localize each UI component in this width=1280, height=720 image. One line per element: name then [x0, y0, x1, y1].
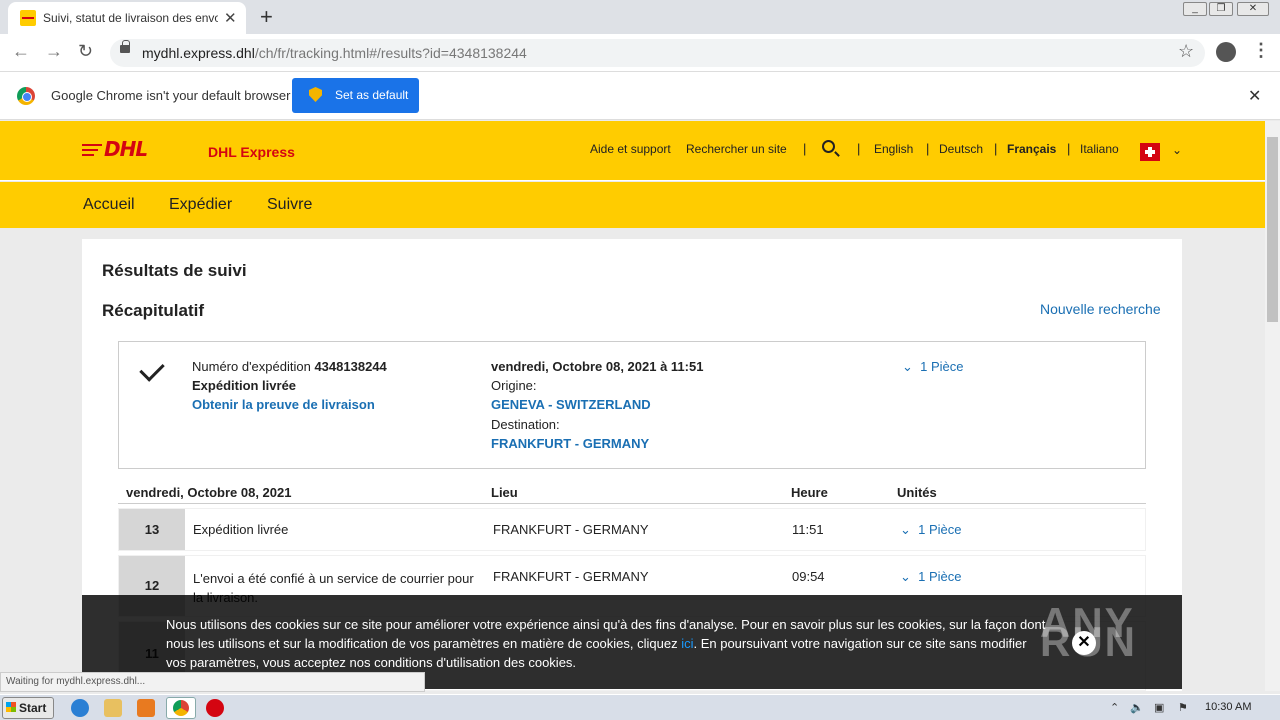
- shipment-number-line: Numéro d'expédition 4348138244: [192, 359, 387, 374]
- summary-heading: Récapitulatif: [102, 301, 205, 320]
- scrollbar-thumb[interactable]: [1267, 137, 1278, 322]
- separator: |: [994, 141, 998, 156]
- media-player-icon[interactable]: [137, 699, 155, 717]
- dhl-favicon-icon: [20, 10, 36, 26]
- help-support-link[interactable]: Aide et support: [590, 142, 671, 156]
- dhl-logo[interactable]: DHL: [82, 139, 192, 159]
- tray-expand-icon[interactable]: ⌃: [1110, 701, 1119, 714]
- address-bar[interactable]: mydhl.express.dhl/ch/fr/tracking.html#/r…: [110, 39, 1205, 67]
- lang-francais[interactable]: Français: [1007, 142, 1056, 156]
- restore-window-button[interactable]: ❐: [1209, 2, 1233, 16]
- event-time: 09:54: [792, 569, 825, 584]
- separator: |: [926, 141, 930, 156]
- windows-logo-icon: [6, 702, 16, 712]
- new-tab-button[interactable]: +: [260, 4, 273, 30]
- url-text[interactable]: mydhl.express.dhl/ch/fr/tracking.html#/r…: [142, 45, 527, 61]
- status-bubble: Waiting for mydhl.express.dhl...: [0, 672, 425, 692]
- separator: |: [1067, 141, 1071, 156]
- cookie-message: Nous utilisons des cookies sur ce site p…: [166, 617, 1046, 670]
- event-number: 13: [119, 509, 185, 550]
- destination-value: FRANKFURT - GERMANY: [491, 436, 650, 451]
- security-app-icon[interactable]: [206, 699, 224, 717]
- nav-expedier[interactable]: Expédier: [169, 196, 232, 214]
- chrome-logo-icon: [17, 87, 35, 105]
- events-date-header: vendredi, Octobre 08, 2021: [126, 485, 292, 500]
- infobar-close-icon[interactable]: ✕: [1248, 86, 1261, 106]
- swiss-flag-icon[interactable]: [1140, 143, 1160, 161]
- chrome-taskbar-button[interactable]: [166, 697, 196, 719]
- event-pieces-toggle[interactable]: ⌄ 1 Pièce: [900, 569, 962, 585]
- origin-value: GENEVA - SWITZERLAND: [491, 397, 651, 412]
- close-window-button[interactable]: ✕: [1237, 2, 1269, 16]
- event-location: FRANKFURT - GERMANY: [493, 522, 649, 537]
- lang-deutsch[interactable]: Deutsch: [939, 142, 983, 156]
- event-location: FRANKFURT - GERMANY: [493, 569, 649, 584]
- set-as-default-label: Set as default: [335, 88, 409, 102]
- network-icon[interactable]: ▣: [1154, 701, 1164, 714]
- reload-icon[interactable]: ↻: [78, 41, 93, 62]
- proof-of-delivery-link[interactable]: Obtenir la preuve de livraison: [192, 397, 375, 412]
- browser-tab[interactable]: Suivi, statut de livraison des envois D …: [8, 2, 246, 34]
- main-nav: Accueil Expédier Suivre: [0, 182, 1265, 228]
- new-search-link[interactable]: Nouvelle recherche: [1040, 301, 1161, 317]
- profile-avatar-icon[interactable]: [1216, 42, 1236, 62]
- anyrun-watermark: ANY RUN: [1040, 599, 1135, 663]
- lang-english[interactable]: English: [874, 142, 913, 156]
- tab-title: Suivi, statut de livraison des envois D: [43, 11, 218, 25]
- windows-taskbar: Start ⌃ 🔈 ▣ ⚑ 10:30 AM: [0, 694, 1280, 720]
- separator: |: [857, 141, 861, 156]
- chevron-down-icon[interactable]: ⌄: [1172, 143, 1182, 157]
- event-time: 11:51: [792, 522, 824, 537]
- event-pieces-toggle[interactable]: ⌄ 1 Pièce: [900, 522, 962, 538]
- internet-explorer-icon[interactable]: [71, 699, 89, 717]
- action-center-flag-icon[interactable]: ⚑: [1178, 701, 1188, 714]
- infobar-message: Google Chrome isn't your default browser: [51, 88, 291, 103]
- start-button[interactable]: Start: [2, 697, 54, 719]
- set-as-default-button[interactable]: Set as default: [292, 78, 419, 113]
- taskbar-clock[interactable]: 10:30 AM: [1205, 701, 1251, 713]
- chevron-down-icon: ⌄: [900, 569, 911, 584]
- col-units-header: Unités: [897, 485, 937, 500]
- volume-icon[interactable]: 🔈: [1130, 701, 1144, 714]
- origin-label: Origine:: [491, 378, 537, 393]
- destination-label: Destination:: [491, 417, 560, 432]
- pieces-toggle[interactable]: ⌄ 1 Pièce: [902, 359, 964, 375]
- forward-arrow-icon[interactable]: →: [45, 41, 63, 62]
- tab-bar: Suivi, statut de livraison des envois D …: [0, 0, 1280, 34]
- lock-icon: [120, 40, 130, 53]
- find-site-link[interactable]: Rechercher un site: [686, 142, 787, 156]
- table-row: 13 Expédition livrée FRANKFURT - GERMANY…: [118, 508, 1146, 551]
- event-description: Expédition livrée: [193, 522, 289, 537]
- back-arrow-icon[interactable]: ←: [12, 41, 30, 62]
- brand-name: DHL Express: [208, 144, 295, 160]
- chevron-down-icon: ⌄: [900, 522, 911, 537]
- default-browser-infobar: Google Chrome isn't your default browser…: [0, 72, 1280, 120]
- nav-accueil[interactable]: Accueil: [83, 196, 135, 214]
- cookie-settings-link[interactable]: ici: [681, 636, 693, 651]
- minimize-window-button[interactable]: _: [1183, 2, 1207, 16]
- col-time-header: Heure: [791, 485, 828, 500]
- bookmark-star-icon[interactable]: ☆: [1178, 41, 1194, 62]
- page-scrollbar[interactable]: [1265, 121, 1280, 691]
- shipment-summary: Numéro d'expédition 4348138244 Expéditio…: [118, 341, 1146, 469]
- browser-toolbar: ← → ↻ mydhl.express.dhl/ch/fr/tracking.h…: [0, 34, 1280, 72]
- delivery-datetime: vendredi, Octobre 08, 2021 à 11:51: [491, 359, 704, 374]
- shield-icon: [309, 87, 322, 102]
- dhl-header: DHL DHL Express Aide et support Recherch…: [0, 121, 1265, 181]
- nav-suivre[interactable]: Suivre: [267, 196, 312, 214]
- browser-menu-icon[interactable]: ⋮: [1252, 40, 1270, 61]
- file-explorer-icon[interactable]: [104, 699, 122, 717]
- cookie-close-button[interactable]: ✕: [1072, 631, 1096, 655]
- page-title: Résultats de suivi: [102, 261, 247, 280]
- search-icon[interactable]: [822, 140, 835, 153]
- col-location-header: Lieu: [491, 485, 518, 500]
- checkmark-icon: [139, 356, 165, 382]
- chevron-down-icon: ⌄: [902, 359, 913, 374]
- tab-close-icon[interactable]: ✕: [224, 9, 237, 27]
- divider: [118, 503, 1146, 504]
- shipment-status: Expédition livrée: [192, 378, 297, 393]
- page-viewport: DHL DHL Express Aide et support Recherch…: [0, 121, 1265, 691]
- separator: |: [803, 141, 807, 156]
- lang-italiano[interactable]: Italiano: [1080, 142, 1119, 156]
